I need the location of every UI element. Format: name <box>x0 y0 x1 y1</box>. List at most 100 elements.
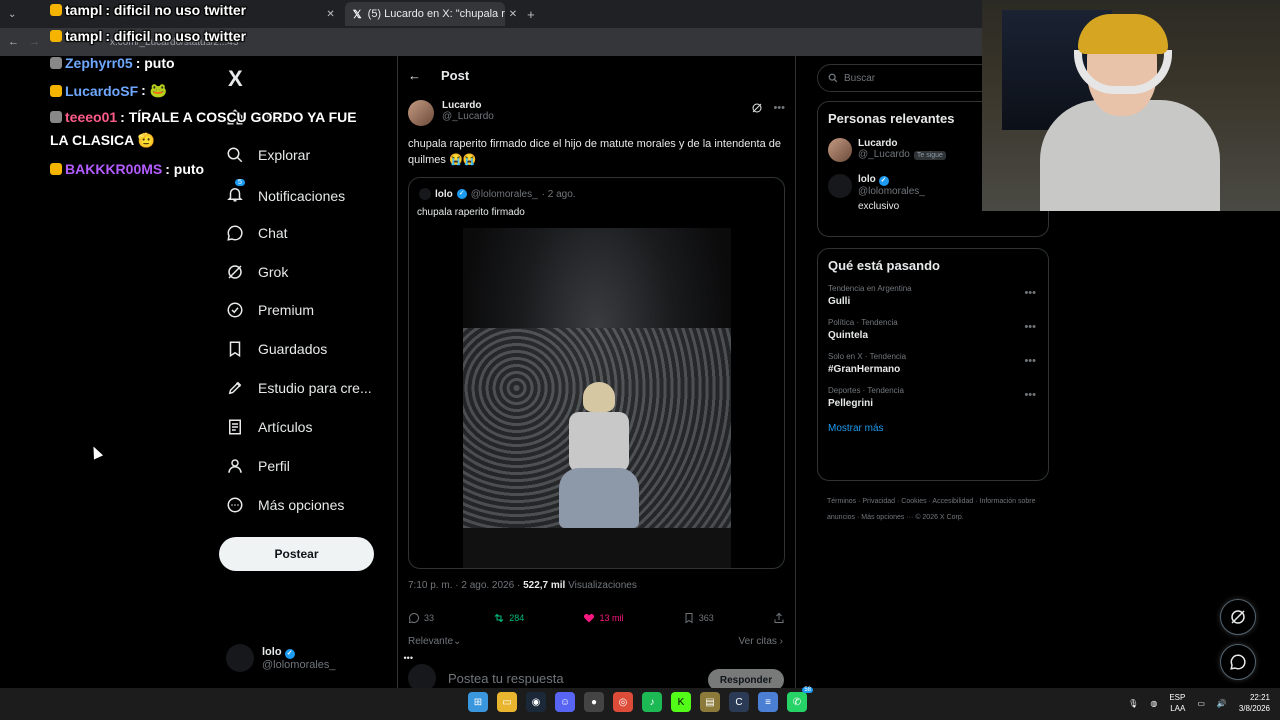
chat-badge-icon <box>50 84 62 97</box>
nav-item-profile[interactable]: Perfil <box>226 457 290 475</box>
nav-item-home[interactable]: Inicio <box>226 108 291 126</box>
nav-item-more[interactable]: Más opciones <box>226 496 344 514</box>
reply-action[interactable]: 33 <box>408 612 434 624</box>
page-title: Post <box>441 68 470 83</box>
mic-icon[interactable]: 🎙 <box>1128 699 1138 708</box>
chat-badge-icon <box>50 163 62 175</box>
nav-item-explore[interactable]: Explorar <box>226 146 310 164</box>
like-action[interactable]: 13 mil <box>583 612 624 624</box>
grok-fab-button[interactable] <box>1220 599 1256 635</box>
bookmark-action[interactable]: 363 <box>683 612 714 624</box>
repost-action[interactable]: 284 <box>493 612 524 624</box>
tab-post[interactable]: 𝕏 (5) Lucardo en X: "chupala rape <box>344 2 505 26</box>
trend-topic: Pellegrini <box>828 398 874 409</box>
nav-item-grok[interactable]: Grok <box>226 263 288 281</box>
clock[interactable]: 22:21 3/8/2026 <box>1239 692 1270 714</box>
steam-icon[interactable]: ◉ <box>526 692 546 712</box>
close-tab-icon[interactable]: ✕ <box>326 9 334 20</box>
discord-icon[interactable]: ☺ <box>555 692 575 712</box>
author-name[interactable]: Lucardo <box>442 100 494 111</box>
url-field[interactable]: x.com/_Lucardo/status/2...43 <box>110 37 238 48</box>
display-icon[interactable]: ▭ <box>1197 699 1205 708</box>
nav-item-chat[interactable]: Chat <box>226 224 288 242</box>
post-header: ← Post <box>408 68 469 83</box>
reply-input[interactable]: Postea tu respuesta <box>448 671 564 686</box>
post-actions: 33 284 13 mil 363 <box>408 612 785 624</box>
account-switcher[interactable]: lolo ✓ @lolomorales_ ••• <box>226 644 413 672</box>
chat-user: BAKKKR00MS <box>65 161 163 177</box>
trend-item[interactable]: Tendencia en Argentina Gulli ••• <box>818 279 1048 313</box>
person-icon <box>228 459 242 473</box>
capcut-icon[interactable]: C <box>729 692 749 712</box>
post-more-icon[interactable]: ••• <box>773 102 785 114</box>
trend-topic: Gulli <box>828 296 851 307</box>
chat-message: LA CLASICA 🫡 <box>50 132 156 148</box>
author-avatar[interactable] <box>408 100 434 126</box>
x-logo-icon[interactable]: X <box>228 66 243 92</box>
post-button[interactable]: Postear <box>219 537 374 571</box>
share-action[interactable] <box>773 612 785 624</box>
trend-item[interactable]: Solo en X · Tendencia #GranHermano ••• <box>818 347 1048 381</box>
nav-item-premium[interactable]: Premium <box>226 301 314 319</box>
trend-more-icon[interactable]: ••• <box>1024 287 1036 299</box>
chat-badge-icon <box>50 111 62 123</box>
footer-links[interactable]: Términos · Privacidad · Cookies · Accesi… <box>827 494 1049 526</box>
taskbar-apps: ⊞ ▭ ◉ ☺ ● ◎ ♪ K ▤ C ≡ ✆ 58 <box>468 687 813 712</box>
forward-arrow-icon[interactable]: → <box>29 36 40 48</box>
show-more-link[interactable]: Mostrar más <box>818 415 1048 446</box>
kick-icon[interactable]: K <box>671 692 691 712</box>
trend-more-icon[interactable]: ••• <box>1024 321 1036 333</box>
back-button[interactable]: ← <box>408 68 421 83</box>
obs-icon[interactable]: ● <box>584 692 604 712</box>
post-views: 522,7 mil <box>523 580 566 591</box>
bookmark-icon <box>685 613 693 624</box>
trend-more-icon[interactable]: ••• <box>1024 355 1036 367</box>
taskbar: ⊞ ▭ ◉ ☺ ● ◎ ♪ K ▤ C ≡ ✆ 58 🎙 ◍ ESP LAA ▭… <box>0 687 1280 720</box>
messages-fab-button[interactable] <box>1220 644 1256 680</box>
nav-item-articles[interactable]: Artículos <box>226 418 312 436</box>
notepad-icon[interactable]: ≡ <box>758 692 778 712</box>
file-explorer-icon[interactable]: ▭ <box>497 692 517 712</box>
whatsapp-badge: 58 <box>802 687 813 693</box>
trends-card: Qué está pasando Tendencia en Argentina … <box>817 248 1049 481</box>
back-arrow-icon[interactable]: ← <box>8 36 19 48</box>
tab-list-chevron-icon[interactable]: ⌄ <box>8 9 16 20</box>
chrome-icon[interactable]: ◎ <box>613 692 633 712</box>
mouse-cursor-icon <box>88 444 104 460</box>
reply-count: 33 <box>424 613 435 623</box>
sort-relevant[interactable]: Relevante⌄ <box>408 636 461 647</box>
trend-item[interactable]: Deportes · Tendencia Pellegrini ••• <box>818 381 1048 415</box>
volume-icon[interactable]: 🔊 <box>1217 699 1227 708</box>
nav-item-creator-studio[interactable]: Estudio para cre... <box>226 379 372 397</box>
chat-user: teeeo01 <box>65 109 118 125</box>
nav-label-more: Más opciones <box>258 497 345 513</box>
game-icon[interactable]: ▤ <box>700 692 720 712</box>
nav-item-notifications[interactable]: 5 Notificaciones <box>226 179 345 206</box>
close-tab-icon-2[interactable]: ✕ <box>509 9 517 20</box>
system-tray: 🎙 ◍ ESP LAA ▭ 🔊 22:21 3/8/2026 <box>1128 692 1270 714</box>
performer-image <box>559 382 639 542</box>
avatar <box>226 644 254 672</box>
quoted-date: · 2 ago. <box>541 188 576 200</box>
grok-icon <box>228 265 242 279</box>
view-quotes-link[interactable]: Ver citas › <box>739 636 783 647</box>
clock-time: 22:21 <box>1249 693 1270 702</box>
nav-item-bookmarks[interactable]: Guardados <box>226 340 327 358</box>
author-actions: ••• <box>751 102 785 114</box>
quoted-post[interactable]: lolo ✓ @lolomorales_ · 2 ago. chupala ra… <box>408 177 785 569</box>
grok-icon[interactable] <box>751 102 763 114</box>
rocket-icon <box>228 381 242 395</box>
windows-start-icon[interactable]: ⊞ <box>468 692 488 712</box>
trend-more-icon[interactable]: ••• <box>1024 389 1036 401</box>
language-indicator[interactable]: ESP LAA <box>1169 692 1185 714</box>
post-text: chupala raperito firmado dice el hijo de… <box>408 138 782 166</box>
author-handle[interactable]: @_Lucardo <box>442 111 494 122</box>
avatar <box>828 138 852 162</box>
new-tab-button[interactable]: + <box>527 7 535 22</box>
quoted-photo[interactable] <box>463 228 731 568</box>
spotify-icon[interactable]: ♪ <box>642 692 662 712</box>
network-icon[interactable]: ◍ <box>1150 699 1157 708</box>
nav-label-explore: Explorar <box>258 147 311 163</box>
whatsapp-icon[interactable]: ✆ 58 <box>787 687 813 712</box>
trend-item[interactable]: Política · Tendencia Quintela ••• <box>818 313 1048 347</box>
